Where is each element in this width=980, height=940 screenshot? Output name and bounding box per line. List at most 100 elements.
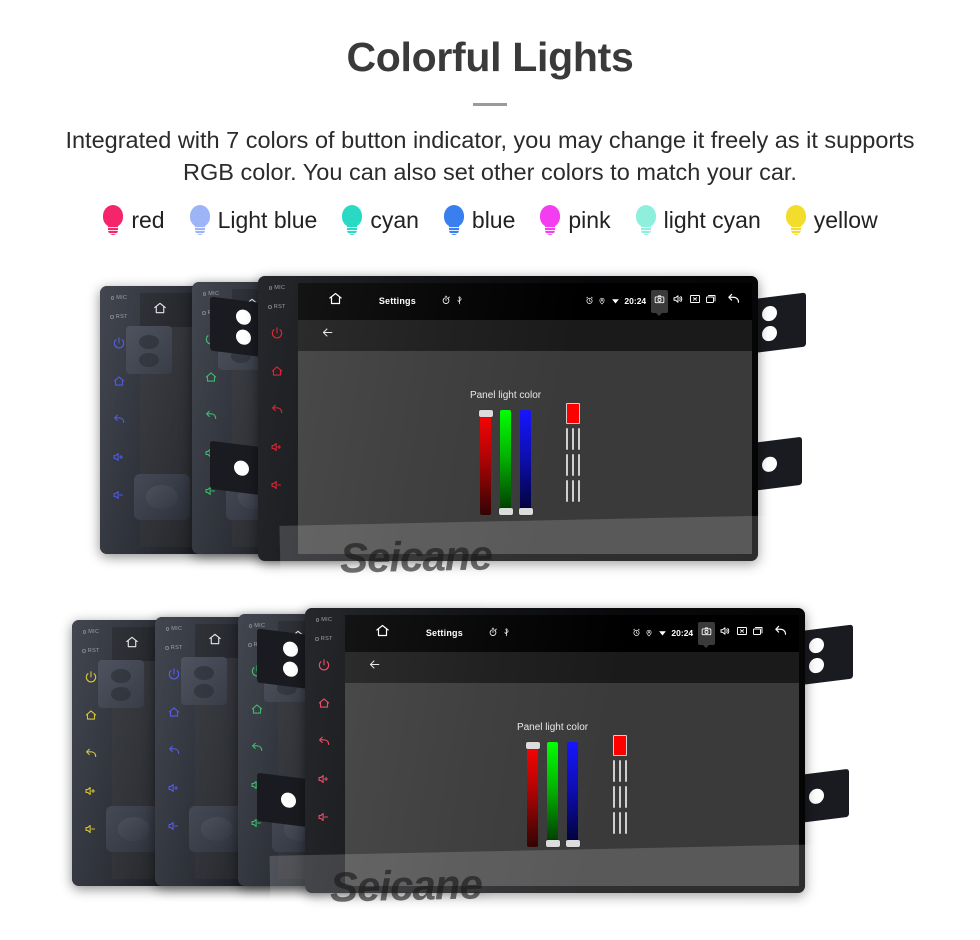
swatch-rainbow[interactable] [578,479,581,502]
status-back-icon[interactable] [773,623,788,643]
stopwatch-icon[interactable] [441,292,451,310]
swatch-periwinkle[interactable] [625,785,628,808]
red-slider[interactable] [525,741,540,847]
back-button[interactable] [270,402,284,416]
back-button[interactable] [250,740,264,754]
head-unit-chassis: MIC RST Settings 20:24 Panel light color [258,276,758,561]
mounting-bracket-right-top [750,292,806,354]
status-home-icon[interactable] [375,623,390,643]
swatch-white[interactable] [572,479,575,502]
power-button[interactable] [317,658,331,672]
usb-icon[interactable] [502,624,511,642]
speaker-icon[interactable] [719,624,731,642]
green-slider[interactable] [545,741,560,847]
volume-up-button[interactable] [84,784,98,798]
home-button[interactable] [167,705,181,719]
red-slider[interactable] [478,409,493,515]
reset-pinhole[interactable] [248,643,252,647]
camera-icon[interactable] [650,289,668,313]
swatch-rainbow[interactable] [625,811,628,834]
swatch-lightgreen[interactable] [619,785,622,808]
swatch-salmon[interactable] [613,785,616,808]
power-button[interactable] [270,326,284,340]
rst-label[interactable]: RST [110,314,127,320]
red-slider-thumb[interactable] [478,409,493,417]
recents-icon[interactable] [752,624,764,642]
blue-slider-thumb[interactable] [565,839,580,847]
close-box-icon[interactable] [689,292,701,310]
green-slider[interactable] [498,409,513,515]
head-unit-red[interactable]: MIC RST Settings 20:24 Panel light color [257,608,853,893]
reset-pinhole[interactable] [110,315,114,319]
volume-up-button[interactable] [270,440,284,454]
swatch-white[interactable] [619,811,622,834]
reset-pinhole[interactable] [202,311,206,315]
back-button[interactable] [167,743,181,757]
back-button[interactable] [317,734,331,748]
reset-pinhole[interactable] [315,637,319,641]
red-slider-thumb[interactable] [525,741,540,749]
volume-down-button[interactable] [270,478,284,492]
green-slider-thumb[interactable] [545,839,560,847]
left-arrow-icon[interactable] [321,326,334,344]
volume-down-button[interactable] [167,819,181,833]
usb-icon[interactable] [455,292,464,310]
close-box-icon[interactable] [736,624,748,642]
home-button[interactable] [112,374,126,388]
swatch-red[interactable] [613,759,616,782]
swatch-green[interactable] [619,759,622,782]
home-button[interactable] [270,364,284,378]
home-button[interactable] [204,370,218,384]
reset-pinhole[interactable] [165,646,169,650]
reset-pinhole[interactable] [268,305,272,309]
swatch-yellow[interactable] [613,811,616,834]
swatch-periwinkle[interactable] [578,453,581,476]
head-unit-red[interactable]: MIC RST Settings 20:24 Panel light color [210,276,806,561]
volume-down-button[interactable] [112,488,126,502]
camera-icon[interactable] [697,621,715,645]
status-home-icon[interactable] [153,301,167,320]
left-arrow-icon[interactable] [368,658,381,676]
home-button[interactable] [250,702,264,716]
back-button[interactable] [84,746,98,760]
back-button[interactable] [112,412,126,426]
green-slider-thumb[interactable] [498,507,513,515]
blue-slider-thumb[interactable] [518,507,533,515]
status-home-icon[interactable] [208,632,222,651]
touch-screen[interactable]: Settings 20:24 Panel light color [298,283,752,554]
bulb-icon [539,204,561,237]
reset-pinhole[interactable] [82,649,86,653]
back-button[interactable] [204,408,218,422]
touch-screen[interactable]: Settings 20:24 Panel light color [345,615,799,886]
swatch-blue[interactable] [625,759,628,782]
volume-up-button[interactable] [167,781,181,795]
recents-icon[interactable] [705,292,717,310]
volume-up-button[interactable] [112,450,126,464]
status-home-icon[interactable] [125,635,139,654]
rst-label[interactable]: RST [165,645,182,651]
swatch-green[interactable] [572,427,575,450]
rst-label[interactable]: RST [315,636,332,642]
power-button[interactable] [112,336,126,350]
power-button[interactable] [84,670,98,684]
stopwatch-icon[interactable] [488,624,498,642]
home-button[interactable] [317,696,331,710]
volume-up-button[interactable] [317,772,331,786]
blue-slider[interactable] [565,741,580,847]
volume-down-button[interactable] [84,822,98,836]
status-home-icon[interactable] [328,291,343,311]
rst-label[interactable]: RST [82,648,99,654]
status-back-icon[interactable] [726,291,741,311]
speaker-icon[interactable] [672,292,684,310]
swatch-red[interactable] [566,427,569,450]
blue-slider[interactable] [518,409,533,515]
volume-down-button[interactable] [317,810,331,824]
rst-label[interactable]: RST [268,304,285,310]
swatch-salmon[interactable] [566,453,569,476]
home-button[interactable] [84,708,98,722]
power-button[interactable] [167,667,181,681]
swatch-yellow[interactable] [566,479,569,502]
swatch-blue[interactable] [578,427,581,450]
swatch-lightgreen[interactable] [572,453,575,476]
color-swatch-group [613,734,628,834]
